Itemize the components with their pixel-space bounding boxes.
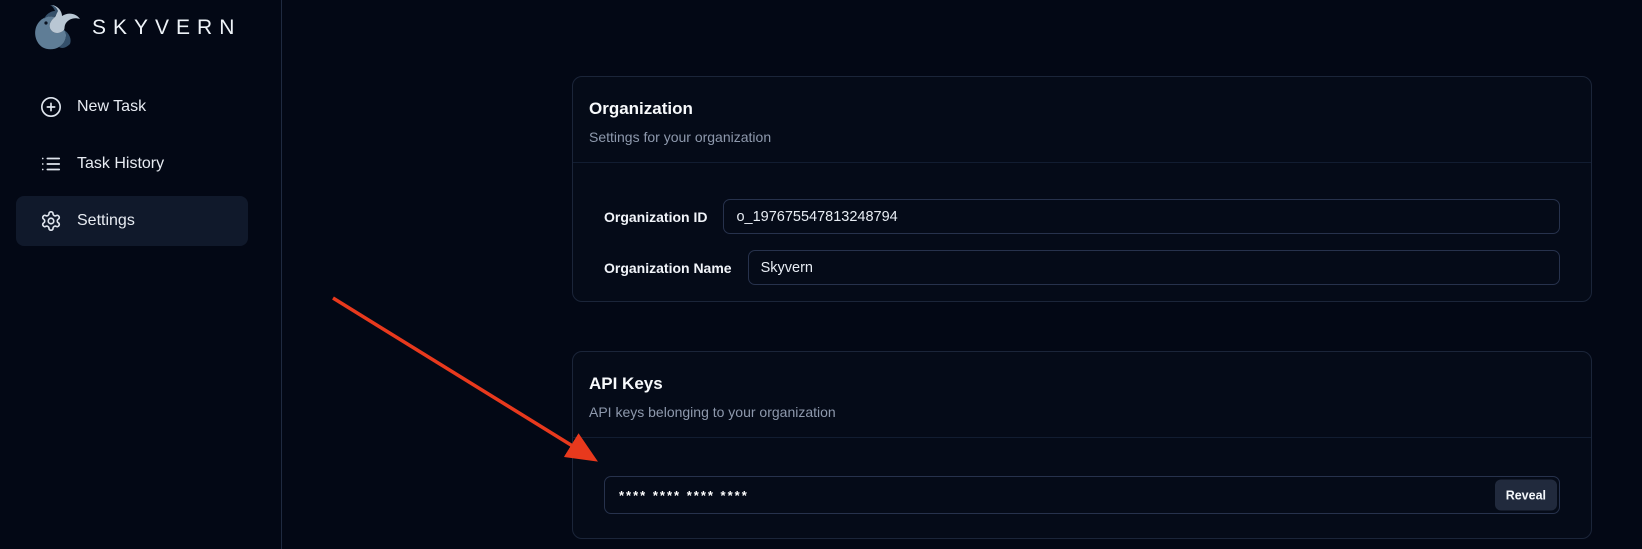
api-key-masked-input[interactable]: [604, 476, 1560, 514]
organization-name-input[interactable]: [748, 250, 1560, 285]
gear-icon: [40, 210, 62, 232]
card-title: Organization: [589, 98, 1575, 120]
organization-id-row: Organization ID: [604, 199, 1560, 234]
brand[interactable]: SKYVERN: [28, 2, 241, 54]
organization-id-label: Organization ID: [604, 209, 707, 225]
organization-id-input[interactable]: [723, 199, 1560, 234]
sidebar-item-label: Task History: [77, 155, 164, 173]
sidebar: SKYVERN New Task Task History Settings: [0, 0, 282, 549]
organization-card-header: Organization Settings for your organizat…: [573, 77, 1591, 163]
sidebar-item-label: New Task: [77, 98, 146, 116]
card-subtitle: Settings for your organization: [589, 128, 1575, 146]
sidebar-item-task-history[interactable]: Task History: [16, 139, 248, 189]
dragon-logo-icon: [28, 3, 82, 53]
sidebar-item-new-task[interactable]: New Task: [16, 82, 248, 132]
api-keys-card-header: API Keys API keys belonging to your orga…: [573, 352, 1591, 438]
sidebar-item-settings[interactable]: Settings: [16, 196, 248, 246]
organization-name-label: Organization Name: [604, 260, 732, 276]
api-keys-card-content: Reveal: [573, 438, 1591, 532]
card-subtitle: API keys belonging to your organization: [589, 403, 1575, 421]
organization-name-row: Organization Name: [604, 250, 1560, 285]
list-icon: [40, 153, 62, 175]
circle-plus-icon: [40, 96, 62, 118]
reveal-button[interactable]: Reveal: [1495, 480, 1557, 511]
sidebar-item-label: Settings: [77, 212, 135, 230]
card-title: API Keys: [589, 373, 1575, 395]
brand-name: SKYVERN: [92, 16, 241, 40]
organization-card-content: Organization ID Organization Name: [573, 163, 1591, 319]
api-key-field: Reveal: [604, 476, 1560, 514]
organization-card: Organization Settings for your organizat…: [572, 76, 1592, 302]
api-keys-card: API Keys API keys belonging to your orga…: [572, 351, 1592, 539]
